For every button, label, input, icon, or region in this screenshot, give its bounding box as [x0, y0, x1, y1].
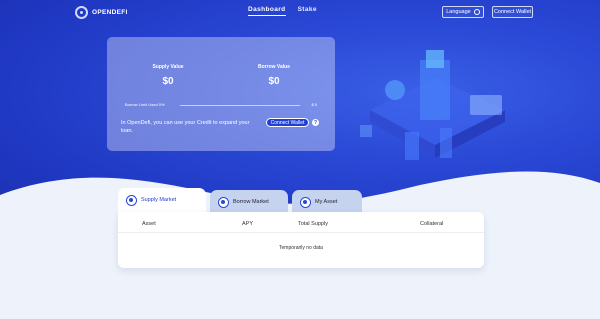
tab-borrow-market-label: Borrow Market: [233, 199, 269, 205]
nav-dashboard[interactable]: Dashboard: [248, 6, 286, 16]
blockchain-illustration: [360, 50, 505, 160]
table-header-divider: [118, 232, 484, 233]
tab-borrow-market[interactable]: Borrow Market: [210, 190, 288, 214]
column-header-asset[interactable]: Asset: [142, 221, 156, 227]
column-header-collateral[interactable]: Collateral: [420, 221, 443, 227]
credit-description: In OpenDefi, you can use your Credit to …: [121, 120, 250, 134]
header-connect-wallet-button[interactable]: Connect Wallet: [492, 6, 533, 18]
language-label: Language: [446, 9, 471, 15]
nav-stake[interactable]: Stake: [298, 6, 317, 16]
borrow-limit-bar: [180, 105, 300, 106]
tab-my-asset[interactable]: My Asset: [292, 190, 362, 214]
tab-supply-market-label: Supply Market: [141, 197, 177, 203]
column-header-total-supply[interactable]: Total Supply: [298, 221, 328, 227]
logo-icon: [75, 6, 88, 19]
language-button[interactable]: Language: [442, 6, 484, 18]
logo-text: OPENDEFI: [92, 9, 128, 16]
empty-state-text: Temporarily no data: [279, 245, 323, 251]
borrow-value-label: Borrow Value: [258, 64, 290, 70]
borrow-limit-row: Borrow Limit Used 0% $ 0: [125, 102, 317, 110]
borrow-limit-label: Borrow Limit Used 0%: [125, 102, 165, 107]
supply-value: $0: [162, 76, 174, 87]
header-connect-label: Connect Wallet: [493, 9, 532, 15]
tab-supply-market[interactable]: Supply Market: [118, 188, 206, 212]
wallet-icon: [300, 196, 311, 208]
card-connect-wallet-button[interactable]: Connect Wallet: [266, 118, 309, 127]
help-symbol: ?: [313, 119, 318, 126]
summary-card: Supply Value $0 Borrow Value $0 Borrow L…: [107, 37, 335, 151]
borrow-value-block: Borrow Value $0: [239, 64, 309, 87]
supply-value-block: Supply Value $0: [133, 64, 203, 87]
wallet-icon: [218, 196, 229, 208]
globe-icon: [473, 9, 480, 15]
borrow-value: $0: [268, 76, 280, 87]
card-connect-label: Connect Wallet: [270, 119, 305, 126]
coin-stack-icon: [126, 194, 137, 206]
help-icon[interactable]: ?: [312, 119, 319, 126]
column-header-apy[interactable]: APY: [242, 221, 253, 227]
supply-value-label: Supply Value: [152, 64, 184, 70]
main-nav: Dashboard Stake: [248, 6, 317, 16]
borrow-limit-value: $ 0: [311, 102, 317, 107]
tab-my-asset-label: My Asset: [315, 199, 338, 205]
market-table: Asset APY Total Supply Collateral Tempor…: [118, 212, 484, 268]
logo[interactable]: OPENDEFI: [75, 6, 128, 19]
